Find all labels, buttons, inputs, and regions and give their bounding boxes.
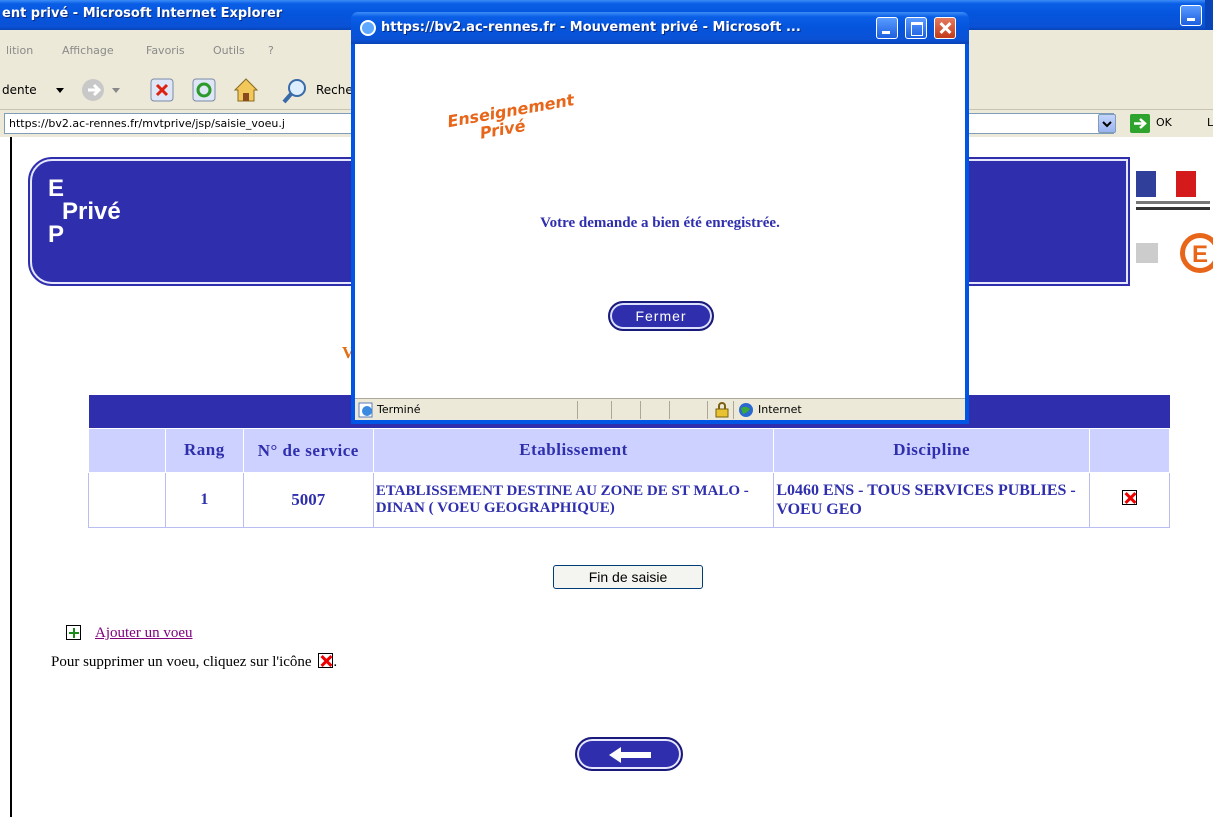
address-dropdown-button[interactable] (1098, 114, 1116, 133)
row-etablissement: ETABLISSEMENT DESTINE AU ZONE DE ST MALO… (372, 471, 775, 528)
ep-banner-logo: E Privé P (48, 175, 121, 248)
window-left-border (10, 137, 12, 817)
chevron-down-icon[interactable] (56, 88, 64, 93)
popup-titlebar[interactable]: https://bv2.ac-rennes.fr - Mouvement pri… (351, 12, 969, 44)
search-button-label[interactable]: Reche (316, 83, 353, 97)
delete-help-label: Pour supprimer un voeu, cliquez sur l'ic… (51, 654, 312, 670)
chevron-down-icon (1102, 121, 1112, 128)
status-text: Terminé (377, 403, 421, 416)
lock-icon (715, 402, 729, 418)
fin-de-saisie-button[interactable]: Fin de saisie (553, 565, 703, 589)
popup-status-bar: Terminé Internet (355, 398, 965, 420)
popup-close-button[interactable] (934, 17, 956, 39)
back-button-label[interactable]: dente (2, 83, 37, 97)
table-row: 1 5007 ETABLISSEMENT DESTINE AU ZONE DE … (88, 471, 1170, 528)
popup-window: https://bv2.ac-rennes.fr - Mouvement pri… (351, 12, 969, 424)
search-icon[interactable] (282, 77, 310, 105)
page-done-icon (358, 402, 373, 418)
ajouter-voeu-link[interactable]: Ajouter un voeu (95, 625, 192, 642)
popup-body: Enseignement Privé Votre demande a bien … (355, 44, 965, 398)
delete-help-suffix: . (333, 654, 338, 670)
links-label-fragment: L (1207, 116, 1213, 129)
popup-maximize-button[interactable] (905, 17, 927, 39)
menu-item-favoris[interactable]: Favoris (146, 44, 185, 57)
header-actions (1089, 427, 1170, 473)
ie-icon (360, 20, 376, 36)
header-etablissement: Etablissement (372, 427, 775, 473)
arrow-left-icon (609, 747, 651, 763)
header-service: N° de service (242, 427, 374, 473)
back-button[interactable] (575, 737, 683, 771)
row-service: 5007 (242, 471, 374, 528)
main-minimize-button[interactable] (1180, 5, 1202, 26)
main-titlebar-edge (1205, 0, 1213, 30)
banner-logo-line: P (48, 221, 65, 248)
confirmation-message: Votre demande a bien été enregistrée. (540, 215, 780, 231)
popup-minimize-button[interactable] (876, 17, 898, 39)
republique-francaise-logo: E (1130, 167, 1213, 277)
menu-item-help[interactable]: ? (268, 44, 274, 57)
header-empty (88, 427, 166, 473)
row-rang: 1 (164, 471, 244, 528)
menu-item-affichage[interactable]: Affichage (62, 44, 114, 57)
fermer-button[interactable]: Fermer (608, 301, 714, 331)
menu-item-edition[interactable]: lition (6, 44, 33, 57)
row-delete-cell (1089, 471, 1170, 528)
menu-item-outils[interactable]: Outils (213, 44, 245, 57)
svg-text:E: E (1192, 241, 1208, 268)
home-icon[interactable] (232, 76, 260, 104)
delete-help-text: Pour supprimer un voeu, cliquez sur l'ic… (51, 653, 337, 671)
banner-logo-line: Privé (62, 198, 121, 225)
arrow-right-icon (1134, 118, 1147, 129)
delete-icon[interactable] (1122, 489, 1138, 505)
row-empty-cell (88, 471, 166, 528)
enseignement-prive-logo: Enseignement Privé (446, 90, 578, 147)
header-discipline: Discipline (773, 427, 1091, 473)
globe-icon (739, 403, 753, 417)
main-window-title: ent privé - Microsoft Internet Explorer (2, 6, 283, 21)
stop-icon[interactable] (150, 78, 174, 102)
banner-logo-line: E (48, 175, 65, 202)
chevron-down-icon[interactable] (112, 88, 120, 93)
zone-label: Internet (758, 403, 802, 416)
add-icon[interactable] (66, 625, 81, 640)
header-rang: Rang (164, 427, 244, 473)
delete-icon (318, 653, 334, 668)
go-button-label[interactable]: OK (1156, 116, 1172, 129)
go-button[interactable] (1130, 114, 1150, 133)
forward-icon[interactable] (80, 77, 106, 103)
table-header-row: Rang N° de service Etablissement Discipl… (88, 427, 1170, 473)
refresh-icon[interactable] (192, 78, 216, 102)
row-discipline: L0460 ENS - TOUS SERVICES PUBLIES - VOEU… (773, 471, 1091, 528)
popup-title: https://bv2.ac-rennes.fr - Mouvement pri… (381, 20, 801, 35)
